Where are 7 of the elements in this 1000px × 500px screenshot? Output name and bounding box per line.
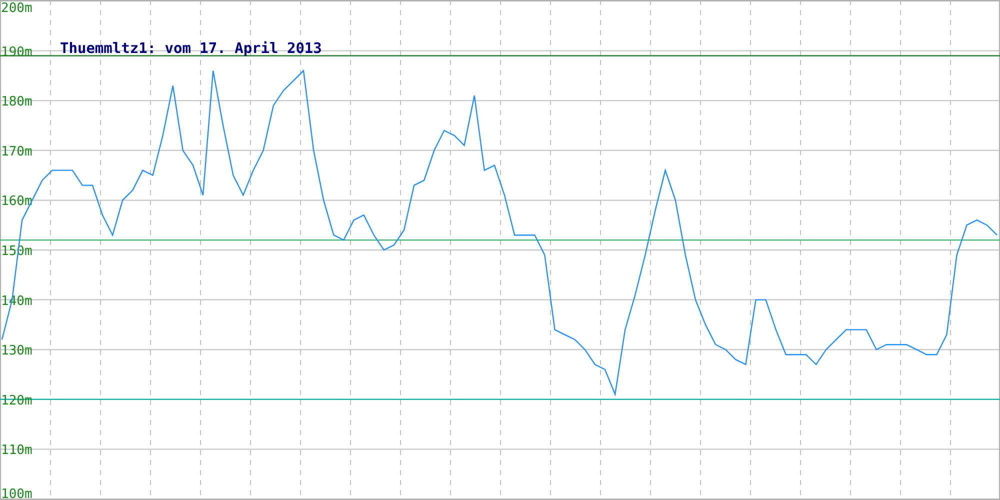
y-tick-label: 170m [1,144,32,160]
y-tick-label: 130m [1,344,32,359]
chart-title: Thuemmltz1: vom 17. April 2013 [60,41,322,57]
y-tick-label: 180m [1,94,32,110]
y-tick-label: 100m [1,487,32,500]
y-tick-label: 200m [1,1,32,16]
y-tick-label: 110m [1,443,32,458]
